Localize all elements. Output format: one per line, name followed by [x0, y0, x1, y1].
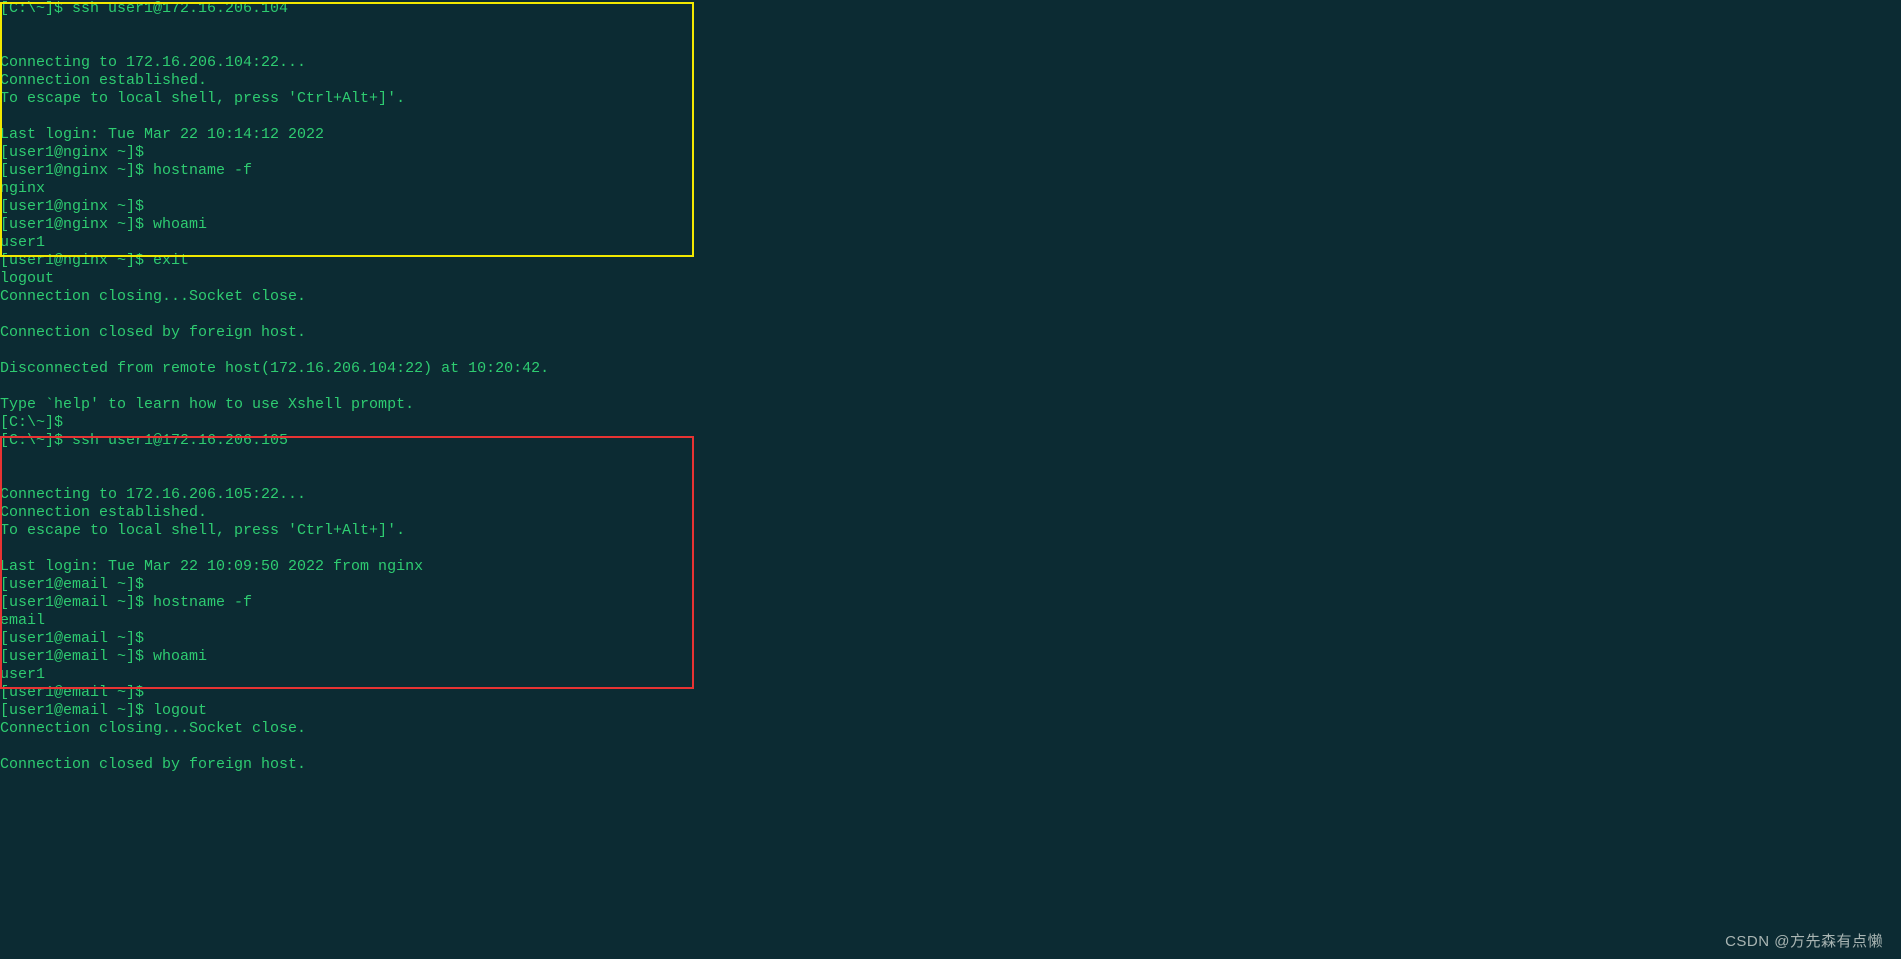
terminal-line: To escape to local shell, press 'Ctrl+Al… [0, 522, 1901, 540]
terminal-line: user1 [0, 666, 1901, 684]
terminal-line: Connection established. [0, 72, 1901, 90]
terminal-line: Connecting to 172.16.206.104:22... [0, 54, 1901, 72]
terminal-line: logout [0, 270, 1901, 288]
terminal-line: [C:\~]$ [0, 414, 1901, 432]
terminal-line: Connection closed by foreign host. [0, 324, 1901, 342]
terminal-line: [C:\~]$ ssh user1@172.16.206.105 [0, 432, 1901, 450]
terminal-output[interactable]: [C:\~]$ ssh user1@172.16.206.104 Connect… [0, 0, 1901, 774]
terminal-line [0, 342, 1901, 360]
terminal-line [0, 738, 1901, 756]
terminal-line: email [0, 612, 1901, 630]
terminal-line: [user1@nginx ~]$ whoami [0, 216, 1901, 234]
terminal-line: [user1@email ~]$ logout [0, 702, 1901, 720]
terminal-line: user1 [0, 234, 1901, 252]
terminal-line: [user1@email ~]$ [0, 630, 1901, 648]
terminal-line: [user1@email ~]$ [0, 684, 1901, 702]
terminal-line: [user1@nginx ~]$ [0, 198, 1901, 216]
terminal-line: [user1@email ~]$ [0, 576, 1901, 594]
terminal-line: [user1@nginx ~]$ [0, 144, 1901, 162]
watermark-text: CSDN @方先森有点懒 [1725, 933, 1883, 951]
terminal-line [0, 468, 1901, 486]
terminal-line [0, 540, 1901, 558]
terminal-line [0, 450, 1901, 468]
terminal-line: Disconnected from remote host(172.16.206… [0, 360, 1901, 378]
terminal-line: [user1@email ~]$ hostname -f [0, 594, 1901, 612]
terminal-line [0, 108, 1901, 126]
terminal-line: To escape to local shell, press 'Ctrl+Al… [0, 90, 1901, 108]
terminal-line: Connection established. [0, 504, 1901, 522]
terminal-line: Connection closing...Socket close. [0, 720, 1901, 738]
terminal-line: Connecting to 172.16.206.105:22... [0, 486, 1901, 504]
terminal-line: Connection closed by foreign host. [0, 756, 1901, 774]
terminal-line: Last login: Tue Mar 22 10:14:12 2022 [0, 126, 1901, 144]
terminal-line: [C:\~]$ ssh user1@172.16.206.104 [0, 0, 1901, 18]
terminal-line: [user1@nginx ~]$ exit [0, 252, 1901, 270]
terminal-line: Connection closing...Socket close. [0, 288, 1901, 306]
terminal-line [0, 36, 1901, 54]
terminal-line [0, 378, 1901, 396]
terminal-line: [user1@email ~]$ whoami [0, 648, 1901, 666]
terminal-line [0, 18, 1901, 36]
terminal-line [0, 306, 1901, 324]
terminal-line: Type `help' to learn how to use Xshell p… [0, 396, 1901, 414]
terminal-line: [user1@nginx ~]$ hostname -f [0, 162, 1901, 180]
terminal-line: nginx [0, 180, 1901, 198]
terminal-line: Last login: Tue Mar 22 10:09:50 2022 fro… [0, 558, 1901, 576]
